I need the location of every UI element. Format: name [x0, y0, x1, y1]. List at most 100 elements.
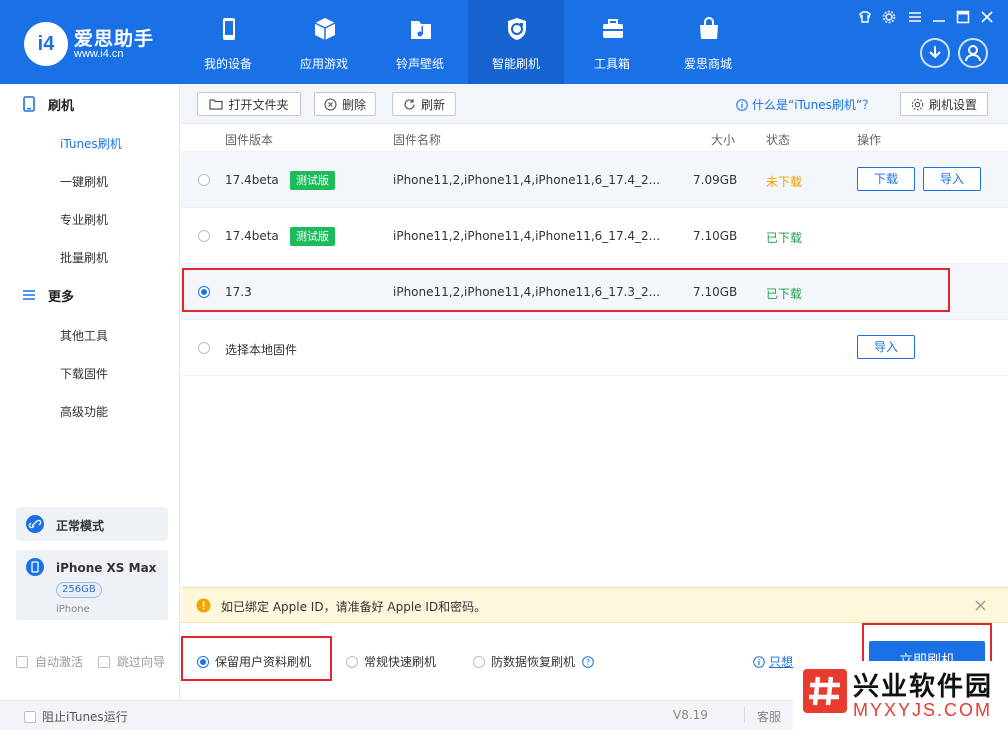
firmware-status: 已下载 [766, 231, 803, 245]
user-icon [965, 45, 981, 62]
sidebar-item-itunes-flash[interactable]: iTunes刷机 [60, 135, 122, 152]
refresh-icon [404, 98, 415, 110]
selected-row-highlight [182, 268, 950, 312]
menu-icon [23, 290, 35, 300]
sidebar-item-batch-flash[interactable]: 批量刷机 [60, 249, 108, 266]
checkbox-box [16, 655, 28, 668]
settings-gear-icon[interactable] [882, 10, 896, 24]
toolbox-icon [603, 19, 623, 38]
row-radio[interactable] [198, 342, 210, 354]
checkbox-label: 跳过向导 [117, 655, 166, 669]
help-icon[interactable]: ? [582, 655, 594, 668]
download-manager-button[interactable] [920, 38, 950, 68]
app-logo: i4 爱思助手 www.i4.cn [24, 18, 174, 68]
firmware-version: 17.4beta [225, 173, 279, 187]
open-folder-button[interactable]: 打开文件夹 [197, 92, 301, 116]
notice-text: 如已绑定 Apple ID，请准备好 Apple ID和密码。 [221, 600, 487, 614]
column-header-version: 固件版本 [225, 133, 274, 147]
import-button[interactable]: 导入 [923, 167, 981, 191]
customer-service-link[interactable]: 客服 [757, 708, 781, 725]
refresh-button[interactable]: 刷新 [392, 92, 456, 116]
menu-icon[interactable] [908, 10, 922, 24]
row-radio[interactable] [198, 230, 210, 242]
help-link-label: 什么是“iTunes刷机”？ [752, 98, 875, 112]
firmware-name: iPhone11,2,iPhone11,4,iPhone11,6_17.4_2.… [393, 173, 661, 187]
option-radio [473, 655, 485, 668]
block-itunes-checkbox[interactable]: 阻止iTunes运行 [24, 708, 128, 725]
divider [744, 707, 745, 723]
nav-toolbox[interactable]: 工具箱 [564, 0, 660, 84]
shopping-bag-icon [700, 17, 718, 39]
local-firmware-label: 选择本地固件 [225, 343, 298, 357]
main-nav: 我的设备 应用游戏 铃声壁纸 智能刷机 工具箱 爱思商城 [180, 0, 756, 84]
device-type: iPhone [56, 604, 90, 615]
refresh-shield-icon [508, 18, 526, 40]
sidebar-item-one-click-flash[interactable]: 一键刷机 [60, 173, 108, 190]
option-quick-flash[interactable]: 常规快速刷机 [346, 653, 436, 670]
device-mode-box: 正常模式 [16, 507, 168, 541]
column-header-name: 固件名称 [393, 133, 442, 147]
only-link[interactable]: 只想 [753, 653, 793, 670]
close-icon[interactable] [975, 600, 986, 611]
app-url: www.i4.cn [74, 48, 124, 60]
nav-store[interactable]: 爱思商城 [660, 0, 756, 84]
option-label: 常规快速刷机 [364, 655, 437, 669]
nav-ringtones-wallpapers[interactable]: 铃声壁纸 [372, 0, 468, 84]
column-header-status: 状态 [766, 133, 791, 147]
nav-label: 爱思商城 [683, 57, 732, 71]
folder-icon [209, 99, 224, 110]
beta-tag: 测试版 [290, 171, 335, 190]
delete-circle-icon [324, 97, 337, 111]
firmware-name: iPhone11,2,iPhone11,4,iPhone11,6_17.4_2.… [393, 229, 661, 243]
skip-guide-checkbox[interactable]: 跳过向导 [98, 653, 165, 670]
minimize-icon[interactable] [932, 10, 946, 24]
watermark-url: MYXYJS.COM [853, 700, 993, 720]
gear-icon [911, 98, 924, 110]
info-icon [736, 98, 748, 111]
watermark-title: 兴业软件园 [853, 672, 994, 702]
sidebar-section-flash[interactable]: 刷机 [22, 93, 74, 115]
column-header-size: 大小 [711, 133, 736, 147]
sidebar-item-download-firmware[interactable]: 下载固件 [60, 365, 108, 382]
delete-button[interactable]: 删除 [314, 92, 376, 116]
nav-my-device[interactable]: 我的设备 [180, 0, 276, 84]
skin-icon[interactable] [858, 10, 872, 24]
checkbox-label: 自动激活 [35, 655, 84, 669]
checkbox-box [24, 710, 36, 723]
app-version: V8.19 [673, 708, 708, 722]
sidebar-item-other-tools[interactable]: 其他工具 [60, 327, 108, 344]
firmware-version: 17.4beta [225, 229, 279, 243]
maximize-icon[interactable] [956, 10, 970, 24]
button-label: 刷机设置 [928, 97, 977, 112]
phone-icon [223, 18, 235, 40]
device-storage-badge: 256GB [56, 582, 102, 598]
row-radio[interactable] [198, 174, 210, 186]
sidebar: 刷机 iTunes刷机 一键刷机 专业刷机 批量刷机 更多 其他工具 下载固件 … [0, 84, 180, 700]
close-icon[interactable] [980, 10, 994, 24]
nav-label: 我的设备 [203, 57, 252, 71]
itunes-help-link[interactable]: 什么是“iTunes刷机”？ [736, 96, 874, 113]
device-icon [26, 558, 44, 576]
download-button[interactable]: 下载 [857, 167, 915, 191]
phone-icon [23, 96, 35, 112]
flash-settings-button[interactable]: 刷机设置 [900, 92, 988, 116]
table-row[interactable]: 17.4beta 测试版 iPhone11,2,iPhone11,4,iPhon… [181, 152, 1008, 208]
nav-apps-games[interactable]: 应用游戏 [276, 0, 372, 84]
sidebar-section-more[interactable]: 更多 [22, 284, 74, 306]
option-anti-recovery[interactable]: 防数据恢复刷机 ? [473, 653, 594, 670]
user-account-button[interactable] [958, 38, 988, 68]
svg-text:?: ? [586, 658, 590, 667]
keep-data-highlight [181, 636, 332, 681]
nav-smart-flash[interactable]: 智能刷机 [468, 0, 564, 84]
auto-activate-checkbox[interactable]: 自动激活 [16, 653, 83, 670]
import-local-button[interactable]: 导入 [857, 335, 915, 359]
site-watermark: 兴业软件园 MYXYJS.COM [793, 661, 1008, 730]
table-row[interactable]: 17.4beta 测试版 iPhone11,2,iPhone11,4,iPhon… [181, 208, 1008, 264]
local-firmware-row[interactable]: 选择本地固件 导入 [181, 320, 1008, 376]
option-label: 防数据恢复刷机 [491, 655, 576, 669]
sidebar-item-advanced[interactable]: 高级功能 [60, 403, 108, 420]
option-radio [346, 655, 358, 668]
button-label: 删除 [341, 97, 366, 112]
sidebar-item-pro-flash[interactable]: 专业刷机 [60, 211, 108, 228]
firmware-size: 7.09GB [693, 173, 738, 187]
